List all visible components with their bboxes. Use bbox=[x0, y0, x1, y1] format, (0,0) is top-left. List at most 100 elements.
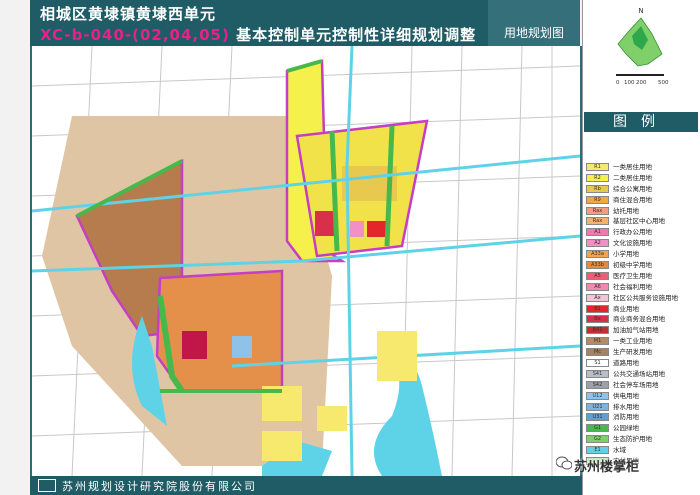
legend-item: A2 文化设施用地 bbox=[586, 238, 698, 249]
legend-swatch: A33a bbox=[586, 250, 609, 259]
legend-item: A33a 小学用地 bbox=[586, 249, 698, 260]
legend-title: 图例 bbox=[584, 112, 698, 132]
company-name: 苏州规划设计研究院股份有限公司 bbox=[62, 480, 257, 493]
legend-label: 行政办公用地 bbox=[613, 228, 652, 237]
legend-label: 综合公寓用地 bbox=[613, 184, 652, 193]
legend-swatch: G2 bbox=[586, 435, 609, 444]
legend-swatch: U21 bbox=[586, 402, 609, 411]
legend-item: Mc 生产研发用地 bbox=[586, 347, 698, 358]
legend-swatch: B1 bbox=[586, 304, 609, 313]
legend-label: 公园绿地 bbox=[613, 424, 639, 433]
scale-0: 0 bbox=[616, 80, 620, 86]
legend-label: 消防用地 bbox=[613, 413, 639, 422]
legend-label: 幼托用地 bbox=[613, 206, 639, 215]
legend-item: S42 社会停车场用地 bbox=[586, 380, 698, 391]
legend-label: 生产研发用地 bbox=[613, 348, 652, 357]
footer-bar: 苏州规划设计研究院股份有限公司 bbox=[30, 476, 582, 495]
legend-label: 二类居住用地 bbox=[613, 173, 652, 182]
south-residential-block[interactable] bbox=[155, 269, 284, 393]
legend-label: 生态防护用地 bbox=[613, 435, 652, 444]
legend-item: R9 商住混合用地 bbox=[586, 195, 698, 206]
legend-swatch: R9 bbox=[586, 195, 609, 204]
legend-label: 医疗卫生用地 bbox=[613, 271, 652, 280]
legend-label: 文化设施用地 bbox=[613, 239, 652, 248]
legend-swatch: A1 bbox=[586, 228, 609, 237]
legend-swatch: U12 bbox=[586, 391, 609, 400]
legend-item: G1 公园绿地 bbox=[586, 423, 698, 434]
scale-100: 100 bbox=[624, 80, 635, 86]
legend-swatch: S1 bbox=[586, 359, 609, 368]
legend-swatch: B41 bbox=[586, 326, 609, 335]
legend-label: 道路用地 bbox=[613, 359, 639, 368]
legend-item: S1 道路用地 bbox=[586, 358, 698, 369]
legend-swatch: Bx bbox=[586, 315, 609, 324]
legend-item: R1 一类居住用地 bbox=[586, 162, 698, 173]
southeast-residential[interactable] bbox=[377, 331, 417, 381]
legend-item: Rax 幼托用地 bbox=[586, 206, 698, 217]
legend-swatch: R2 bbox=[586, 173, 609, 182]
scale-200: 200 bbox=[636, 80, 647, 86]
legend-item: Rax 基层社区中心用地 bbox=[586, 216, 698, 227]
wechat-icon bbox=[556, 456, 572, 470]
legend-swatch: Rax bbox=[586, 217, 609, 226]
legend-label: 水域 bbox=[613, 446, 626, 455]
legend-label: 小学用地 bbox=[613, 250, 639, 259]
north-label: N bbox=[638, 7, 643, 15]
legend-label: 加油加气站用地 bbox=[613, 326, 659, 335]
legend-swatch: A2 bbox=[586, 239, 609, 248]
institute-logo bbox=[38, 479, 56, 492]
legend-label: 排水用地 bbox=[613, 402, 639, 411]
legend-item: A33b 初级中学用地 bbox=[586, 260, 698, 271]
legend-item: A5 医疗卫生用地 bbox=[586, 271, 698, 282]
legend-label: 社会福利用地 bbox=[613, 282, 652, 291]
legend-item: U31 消防用地 bbox=[586, 412, 698, 423]
title-line-2: XC-b-040-(02,04,05) 基本控制单元控制性详细规划调整 bbox=[40, 24, 476, 45]
legend-label: 供电用地 bbox=[613, 391, 639, 400]
legend-item: U21 排水用地 bbox=[586, 402, 698, 413]
legend-swatch: A5 bbox=[586, 271, 609, 280]
legend-swatch: R1 bbox=[586, 163, 609, 171]
unit-code: XC-b-040-(02,04,05) bbox=[40, 26, 230, 44]
legend-label: 社会停车场用地 bbox=[613, 380, 659, 389]
title-suffix: 基本控制单元控制性详细规划调整 bbox=[236, 26, 477, 44]
legend-label: 一类居住用地 bbox=[613, 163, 652, 171]
legend-item: M1 一类工业用地 bbox=[586, 336, 698, 347]
land-use-map[interactable] bbox=[30, 46, 582, 476]
legend-item: S41 公共交通场站用地 bbox=[586, 369, 698, 380]
legend-swatch: M1 bbox=[586, 337, 609, 346]
map-name-tab: 用地规划图 bbox=[488, 0, 580, 46]
legend-swatch: S41 bbox=[586, 369, 609, 378]
map-name: 用地规划图 bbox=[503, 26, 564, 40]
watermark: 苏州楼掌柜 bbox=[574, 460, 640, 475]
commercial-block[interactable] bbox=[182, 331, 207, 359]
legend-label: 商业商务混合用地 bbox=[613, 315, 665, 324]
legend-label: 公共交通场站用地 bbox=[613, 369, 665, 378]
legend-label: 一类工业用地 bbox=[613, 337, 652, 346]
legend-label: 社区公共服务设施用地 bbox=[613, 293, 678, 302]
legend-item: Bx 商业商务混合用地 bbox=[586, 314, 698, 325]
legend-swatch: G1 bbox=[586, 424, 609, 433]
title-bar: 相城区黄埭镇黄埭西单元 XC-b-040-(02,04,05) 基本控制单元控制… bbox=[30, 0, 488, 46]
legend-swatch: S42 bbox=[586, 380, 609, 389]
legend-list: R1 一类居住用地 R2 二类居住用地 Rb 综合公寓用地 R9 商住混合用地 Rax 幼托用地 R… bbox=[586, 162, 698, 467]
legend-swatch: Rb bbox=[586, 184, 609, 193]
legend-item: U12 供电用地 bbox=[586, 391, 698, 402]
title-line-1: 相城区黄埭镇黄埭西单元 bbox=[40, 5, 217, 23]
compass-rose: N 0 100 200 500 bbox=[586, 4, 696, 88]
legend-item: B41 加油加气站用地 bbox=[586, 325, 698, 336]
legend-item: G2 生态防护用地 bbox=[586, 434, 698, 445]
mixed-commercial[interactable] bbox=[315, 211, 335, 236]
legend-label: 基层社区中心用地 bbox=[613, 217, 665, 226]
utility-block[interactable] bbox=[232, 336, 252, 358]
map-canvas bbox=[32, 46, 580, 476]
legend-item: B1 商业用地 bbox=[586, 304, 698, 315]
legend-item: Ax 社区公共服务设施用地 bbox=[586, 293, 698, 304]
legend-item: Rb 综合公寓用地 bbox=[586, 184, 698, 195]
legend-item: A6 社会福利用地 bbox=[586, 282, 698, 293]
legend-label: 商业用地 bbox=[613, 304, 639, 313]
legend-label: 商住混合用地 bbox=[613, 195, 652, 204]
legend-swatch: U31 bbox=[586, 413, 609, 422]
legend-swatch: Rax bbox=[586, 206, 609, 215]
legend-label: 初级中学用地 bbox=[613, 261, 652, 270]
scale-500: 500 bbox=[658, 80, 669, 86]
